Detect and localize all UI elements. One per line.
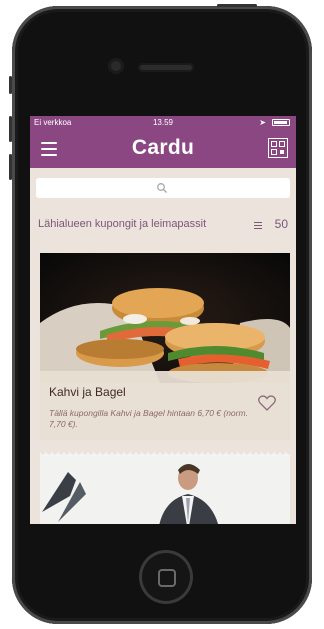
heart-icon[interactable] bbox=[258, 395, 276, 411]
coupon-count: 50 bbox=[274, 217, 288, 231]
search-icon bbox=[157, 183, 167, 193]
app-header: Cardu bbox=[30, 130, 296, 168]
ticket-edge-top bbox=[40, 452, 290, 457]
coupon-card[interactable]: Kahvi ja Bagel Tällä kupongilla Kahvi ja… bbox=[40, 253, 290, 440]
coupon-info: Kahvi ja Bagel Tällä kupongilla Kahvi ja… bbox=[40, 371, 290, 440]
location-arrow-icon: ➤ bbox=[259, 118, 266, 127]
status-time: 13.59 bbox=[152, 118, 174, 127]
list-icon bbox=[254, 222, 262, 229]
app-logo: Cardu bbox=[131, 136, 195, 159]
volume-down-button bbox=[9, 154, 12, 180]
coupon-image bbox=[40, 456, 290, 524]
app-screen: Ei verkkoa 13.59 ➤ Cardu Lähialueen kupo… bbox=[30, 116, 296, 524]
coupon-image bbox=[40, 253, 290, 383]
battery-icon bbox=[272, 119, 290, 126]
front-camera bbox=[108, 58, 124, 74]
earpiece-speaker bbox=[138, 63, 194, 72]
qr-code-icon[interactable] bbox=[268, 138, 288, 158]
search-input[interactable] bbox=[36, 178, 290, 198]
coupon-title: Kahvi ja Bagel bbox=[49, 385, 126, 399]
bagel-sandwich-image bbox=[40, 253, 290, 383]
coupon-description: Tällä kupongilla Kahvi ja Bagel hintaan … bbox=[49, 408, 248, 429]
section-title: Lähialueen kupongit ja leimapassit bbox=[38, 218, 207, 230]
power-button bbox=[217, 4, 257, 7]
mute-switch bbox=[9, 76, 12, 94]
status-bar: Ei verkkoa 13.59 ➤ bbox=[30, 116, 296, 130]
coupon-card[interactable] bbox=[40, 452, 290, 524]
volume-up-button bbox=[9, 116, 12, 142]
home-button[interactable] bbox=[139, 550, 193, 604]
